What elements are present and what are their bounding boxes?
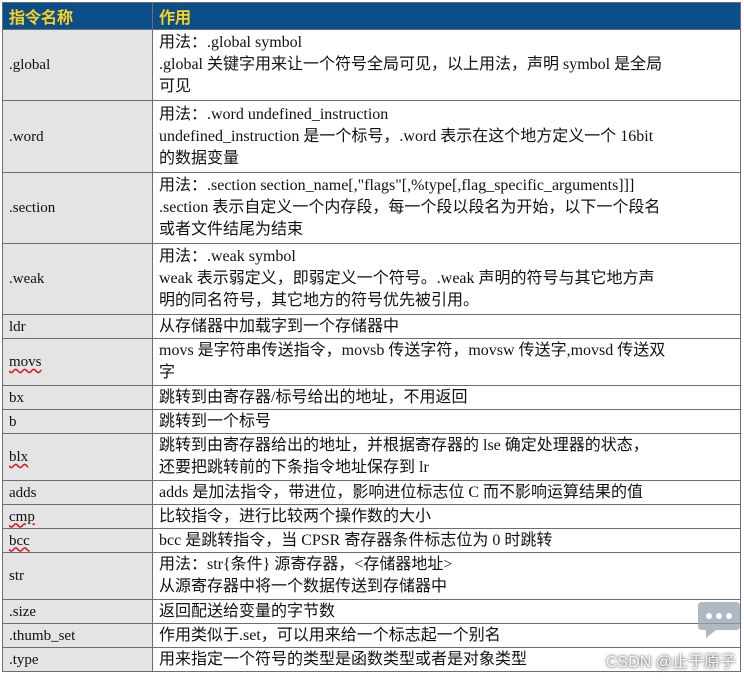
table-row: blx 跳转到由寄存器给出的地址，并根据寄存器的 lse 确定处理器的状态， 还…: [2, 433, 741, 481]
table-row: .section 用法：.section section_name[,"flag…: [2, 172, 741, 244]
instruction-cell: blx: [2, 433, 153, 481]
description-cell: movs 是字符串传送指令，movsb 传送字符，movsw 传送字,movsd…: [152, 338, 741, 386]
instruction-text: cmp: [9, 508, 35, 525]
instruction-cell: .thumb_set: [2, 623, 153, 648]
instruction-cell: str: [2, 552, 153, 600]
table-row: bcc bcc 是跳转指令，当 CPSR 寄存器条件标志位为 0 时跳转: [2, 528, 741, 553]
description-line: 可见: [159, 78, 192, 95]
instruction-cell: cmp: [2, 504, 153, 529]
description-line: 还要把跳转前的下条指令地址保存到 lr: [159, 459, 429, 476]
csdn-watermark: CSDN @止于原子: [605, 654, 736, 671]
description-line: 返回配送给变量的字节数: [159, 602, 336, 620]
description-line: .section 表示自定义一个内存段，每一个段以段名为开始，以下一个段名: [159, 199, 661, 216]
instruction-text: blx: [9, 449, 29, 465]
table-row: adds adds 是加法指令，带进位，影响进位标志位 C 而不影响运算结果的值: [2, 480, 741, 505]
table-row: .size 返回配送给变量的字节数: [2, 599, 741, 624]
instruction-cell: .word: [2, 100, 153, 173]
description-cell: 用法：.section section_name[,"flags"[,%type…: [152, 172, 741, 244]
instruction-text: movs: [9, 354, 42, 370]
description-line: 明的同名符号，其它地方的符号优先被引用。: [159, 292, 480, 309]
table-row: .weak 用法：.weak symbol weak 表示弱定义，即弱定义一个符…: [2, 243, 741, 315]
description-line: 字: [159, 364, 176, 381]
table-row: str 用法：str{条件} 源寄存器，<存储器地址> 从源寄存器中将一个数据传…: [2, 552, 741, 600]
description-line: 从存储器中加载字到一个存储器中: [159, 317, 400, 335]
description-cell: 用法：.weak symbol weak 表示弱定义，即弱定义一个符号。.wea…: [152, 243, 741, 315]
instruction-cell: ldr: [2, 314, 153, 339]
instruction-cell: adds: [2, 480, 153, 505]
table-row: ldr 从存储器中加载字到一个存储器中: [2, 314, 741, 339]
description-line: .global 关键字用来让一个符号全局可见，以上用法，声明 symbol 是全…: [159, 56, 663, 73]
instruction-cell: .section: [2, 172, 153, 244]
description-cell: adds 是加法指令，带进位，影响进位标志位 C 而不影响运算结果的值: [152, 480, 741, 505]
table-row: .thumb_set 作用类似于.set，可以用来给一个标志起一个别名: [2, 623, 741, 648]
table-row: b 跳转到一个标号: [2, 409, 741, 434]
description-cell: 用法：.global symbol .global 关键字用来让一个符号全局可见…: [152, 29, 741, 101]
instruction-cell: movs: [2, 338, 153, 386]
table-row: bx 跳转到由寄存器/标号给出的地址，不用返回: [2, 385, 741, 410]
description-cell: bcc 是跳转指令，当 CPSR 寄存器条件标志位为 0 时跳转: [152, 528, 741, 553]
table-row: cmp 比较指令，进行比较两个操作数的大小: [2, 504, 741, 529]
description-line: 用法：.section section_name[,"flags"[,%type…: [159, 177, 635, 194]
description-line: 作用类似于.set，可以用来给一个标志起一个别名: [159, 626, 501, 644]
table-row: movs movs 是字符串传送指令，movsb 传送字符，movsw 传送字,…: [2, 338, 741, 386]
header-instruction-name: 指令名称: [2, 2, 153, 30]
description-line: 的数据变量: [159, 149, 240, 167]
description-line: 跳转到一个标号: [159, 412, 272, 430]
description-cell: 比较指令，进行比较两个操作数的大小: [152, 504, 741, 529]
table-row: .global 用法：.global symbol .global 关键字用来让…: [2, 29, 741, 101]
description-line: 从源寄存器中将一个数据传送到存储器中: [159, 578, 448, 595]
instruction-cell: .weak: [2, 243, 153, 315]
instruction-text: bcc: [9, 532, 30, 549]
description-line: 用法：.weak symbol: [159, 248, 296, 265]
table-row: .word 用法：.word undefined_instruction und…: [2, 100, 741, 173]
description-line: 用法：.global symbol: [159, 34, 303, 51]
description-line: 或者文件结尾为结束: [159, 221, 304, 238]
description-cell: 用法：.word undefined_instruction undefined…: [152, 100, 741, 173]
description-line: 用法：str{条件} 源寄存器，<存储器地址>: [159, 556, 453, 573]
description-line: 用法：.word undefined_instruction: [159, 105, 389, 123]
instruction-cell: bcc: [2, 528, 153, 553]
instruction-table: 指令名称 作用 .global 用法：.global symbol .globa…: [2, 2, 741, 672]
description-line: movs 是字符串传送指令，movsb 传送字符，movsw 传送字,movsd…: [159, 342, 666, 359]
description-line: 比较指令，进行比较两个操作数的大小: [159, 507, 432, 525]
description-cell: 返回配送给变量的字节数: [152, 599, 741, 624]
header-function: 作用: [152, 2, 741, 30]
table-header-row: 指令名称 作用: [2, 2, 741, 30]
description-line: 跳转到由寄存器给出的地址，并根据寄存器的 lse 确定处理器的状态，: [159, 437, 649, 454]
description-cell: 跳转到由寄存器/标号给出的地址，不用返回: [152, 385, 741, 410]
description-line: adds 是加法指令，带进位，影响进位标志位 C 而不影响运算结果的值: [159, 483, 644, 501]
description-cell: 用法：str{条件} 源寄存器，<存储器地址> 从源寄存器中将一个数据传送到存储…: [152, 552, 741, 600]
description-line: bcc 是跳转指令，当 CPSR 寄存器条件标志位为 0 时跳转: [159, 531, 553, 549]
description-cell: 作用类似于.set，可以用来给一个标志起一个别名: [152, 623, 741, 648]
instruction-cell: .type: [2, 647, 153, 672]
description-cell: 从存储器中加载字到一个存储器中: [152, 314, 741, 339]
instruction-cell: .global: [2, 29, 153, 101]
description-line: weak 表示弱定义，即弱定义一个符号。.weak 声明的符号与其它地方声: [159, 270, 655, 287]
description-line: 跳转到由寄存器/标号给出的地址，不用返回: [159, 388, 468, 406]
instruction-cell: b: [2, 409, 153, 434]
chat-bubble-icon: [698, 602, 740, 638]
description-cell: 跳转到由寄存器给出的地址，并根据寄存器的 lse 确定处理器的状态， 还要把跳转…: [152, 433, 741, 481]
description-cell: 跳转到一个标号: [152, 409, 741, 434]
instruction-cell: .size: [2, 599, 153, 624]
description-line: undefined_instruction 是一个标号，.word 表示在这个地…: [159, 127, 654, 145]
instruction-cell: bx: [2, 385, 153, 410]
